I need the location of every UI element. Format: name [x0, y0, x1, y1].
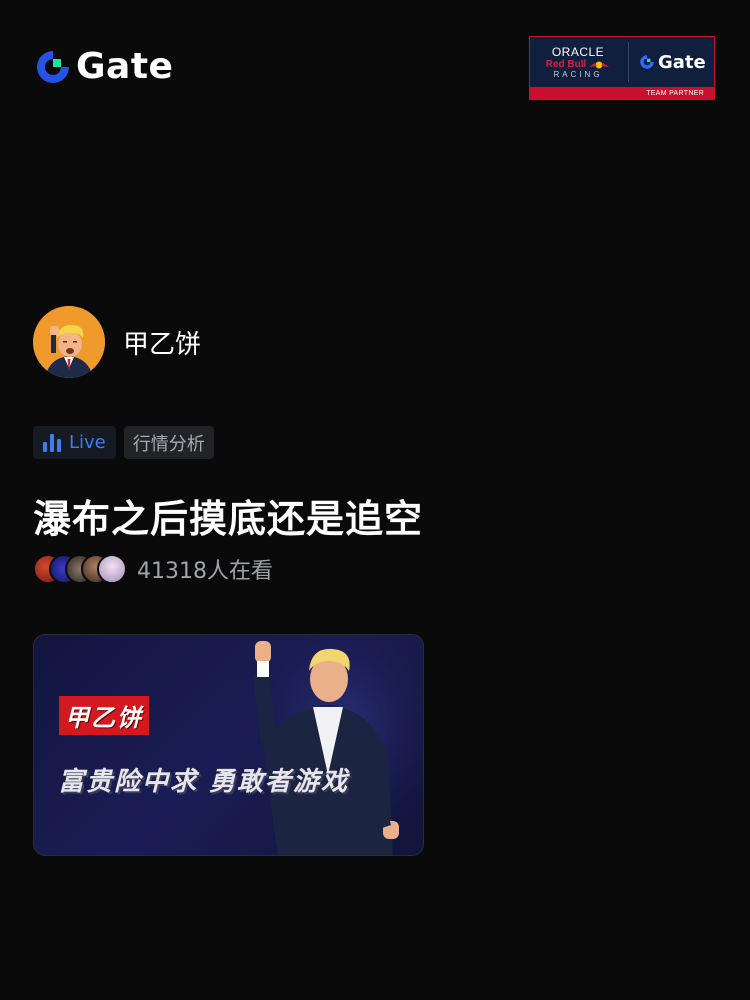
redbull-racing-logo: ORACLE Red Bull RACING — [538, 45, 618, 79]
cover-slogan: 富贵险中求 勇敢者游戏 — [58, 767, 350, 797]
cover-name-banner: 甲乙饼 — [59, 696, 149, 735]
category-tag[interactable]: 行情分析 — [123, 426, 214, 459]
team-partner-label: TEAM PARTNER — [646, 89, 704, 97]
racing-text: RACING — [553, 70, 603, 79]
host-name[interactable]: 甲乙饼 — [123, 324, 201, 361]
partner-divider — [628, 42, 629, 82]
redbull-text: Red Bull — [546, 59, 611, 70]
viewer-count: 41318人在看 — [137, 559, 273, 584]
host-info[interactable]: 甲乙饼 — [33, 306, 201, 378]
viewers-row: 41318人在看 — [33, 553, 273, 585]
stream-title: 瀑布之后摸底还是追空 — [33, 497, 424, 541]
live-bars-icon — [43, 433, 61, 452]
live-label: Live — [69, 432, 106, 453]
host-avatar[interactable] — [33, 306, 105, 378]
partner-gate-text: Gate — [658, 51, 706, 73]
gate-logo-icon — [37, 51, 69, 83]
live-badge: Live — [33, 426, 116, 459]
team-partner-badge: ORACLE Red Bull RACING Gate TEAM PARTNER — [529, 36, 715, 100]
logo-text: Gate — [76, 46, 174, 87]
viewer-avatar — [97, 554, 127, 584]
cover-figure-image — [223, 635, 423, 855]
host-avatar-image — [33, 306, 105, 378]
oracle-text: ORACLE — [551, 45, 605, 59]
live-stream-page: Gate ORACLE Red Bull RACING Gate TEAM PA… — [0, 0, 750, 1000]
gate-logo[interactable]: Gate — [34, 48, 173, 86]
partner-gate-logo: Gate — [639, 52, 706, 73]
stream-tags: Live 行情分析 — [33, 426, 214, 459]
bull-icon — [589, 61, 610, 68]
viewer-avatars — [33, 554, 127, 584]
redbull-label: Red Bull — [545, 59, 587, 70]
gate-logo-small-icon — [640, 55, 654, 69]
stream-cover[interactable]: 甲乙饼 富贵险中求 勇敢者游戏 — [33, 634, 424, 856]
